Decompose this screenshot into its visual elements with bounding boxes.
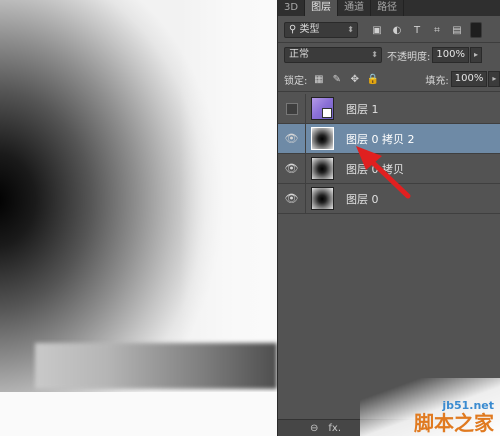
blend-mode-value: 正常 (289, 49, 309, 60)
blend-mode-dropdown[interactable]: 正常 ⬍ (284, 47, 382, 63)
watermark-logo-text: 脚本之家 (414, 411, 494, 435)
lock-move-icon[interactable]: ✥ (348, 73, 361, 86)
opacity-input[interactable]: 100% (432, 47, 469, 63)
smart-object-filter-icon[interactable]: ▤ (450, 23, 464, 37)
filter-type-label: 类型 (299, 24, 320, 35)
canvas-bottom-area (0, 392, 277, 436)
layer-row[interactable]: 图层 1 (278, 93, 500, 124)
visibility-toggle[interactable]: 👁 (278, 153, 306, 184)
layer-list: 图层 1 👁 图层 0 拷贝 2 👁 图层 0 拷贝 👁 图层 0 (278, 93, 500, 214)
layer-name[interactable]: 图层 0 拷贝 (346, 161, 404, 177)
lock-row: 锁定: ▦ ✎ ✥ 🔒 填充: 100% ▸ (278, 67, 500, 92)
fx-icon[interactable]: fx. (328, 423, 341, 434)
document-canvas[interactable] (0, 0, 277, 436)
type-filter-icon[interactable]: T (410, 23, 424, 37)
tab-channels[interactable]: 通道 (338, 0, 372, 16)
layer-thumbnail (311, 187, 334, 210)
layers-panel: 3D 图层 通道 路径 ⚲ 类型 ⬍ ▣ ◐ T ⌗ ▤ 正常 ⬍ 不透明度: … (277, 0, 500, 436)
visibility-toggle[interactable] (278, 93, 306, 124)
watermark: jb51.net 脚本之家 (414, 399, 494, 434)
lock-transparent-icon[interactable]: ▦ (312, 73, 325, 86)
visibility-toggle[interactable]: 👁 (278, 183, 306, 214)
blend-row: 正常 ⬍ 不透明度: 100% ▸ (278, 43, 500, 67)
search-icon: ⚲ (289, 24, 297, 35)
tab-paths[interactable]: 路径 (371, 0, 405, 16)
layer-row[interactable]: 👁 图层 0 (278, 183, 500, 214)
tab-layers[interactable]: 图层 (305, 0, 339, 16)
eye-icon: 👁 (284, 132, 299, 145)
opacity-slider-arrow[interactable]: ▸ (469, 47, 482, 63)
chevron-down-icon: ⬍ (371, 50, 378, 59)
visibility-toggle[interactable]: 👁 (278, 123, 306, 154)
fill-slider-arrow[interactable]: ▸ (488, 71, 500, 87)
fill-label: 填充: (425, 75, 449, 87)
shape-filter-icon[interactable]: ⌗ (430, 23, 444, 37)
layer-name[interactable]: 图层 0 (346, 191, 379, 207)
lock-brush-icon[interactable]: ✎ (330, 73, 343, 86)
tab-3d[interactable]: 3D (278, 0, 306, 16)
layer-name[interactable]: 图层 0 拷贝 2 (346, 131, 415, 147)
layer-name[interactable]: 图层 1 (346, 101, 379, 117)
lock-label: 锁定: (284, 75, 308, 87)
eye-icon: 👁 (284, 192, 299, 205)
filter-type-dropdown[interactable]: ⚲ 类型 ⬍ (284, 22, 358, 38)
panel-tabs: 3D 图层 通道 路径 (278, 0, 500, 16)
eye-icon: 👁 (284, 162, 299, 175)
adjustment-filter-icon[interactable]: ◐ (390, 23, 404, 37)
layer-row[interactable]: 👁 图层 0 拷贝 (278, 153, 500, 184)
layer-thumbnail (311, 97, 334, 120)
layer-thumbnail (311, 157, 334, 180)
filter-row: ⚲ 类型 ⬍ ▣ ◐ T ⌗ ▤ (278, 18, 500, 43)
opacity-label: 不透明度: (387, 51, 431, 63)
smart-object-badge-icon (322, 108, 332, 118)
filter-toggle[interactable] (470, 22, 482, 38)
layer-row[interactable]: 👁 图层 0 拷贝 2 (278, 123, 500, 154)
layer-thumbnail (311, 127, 334, 150)
image-filter-icon[interactable]: ▣ (370, 23, 384, 37)
fill-input[interactable]: 100% (450, 71, 488, 87)
link-icon[interactable]: ⊖ (310, 423, 318, 434)
chevron-down-icon: ⬍ (347, 25, 354, 34)
lock-all-icon[interactable]: 🔒 (366, 73, 379, 86)
canvas-blur-strip (35, 343, 277, 389)
hidden-box-icon (285, 102, 298, 115)
